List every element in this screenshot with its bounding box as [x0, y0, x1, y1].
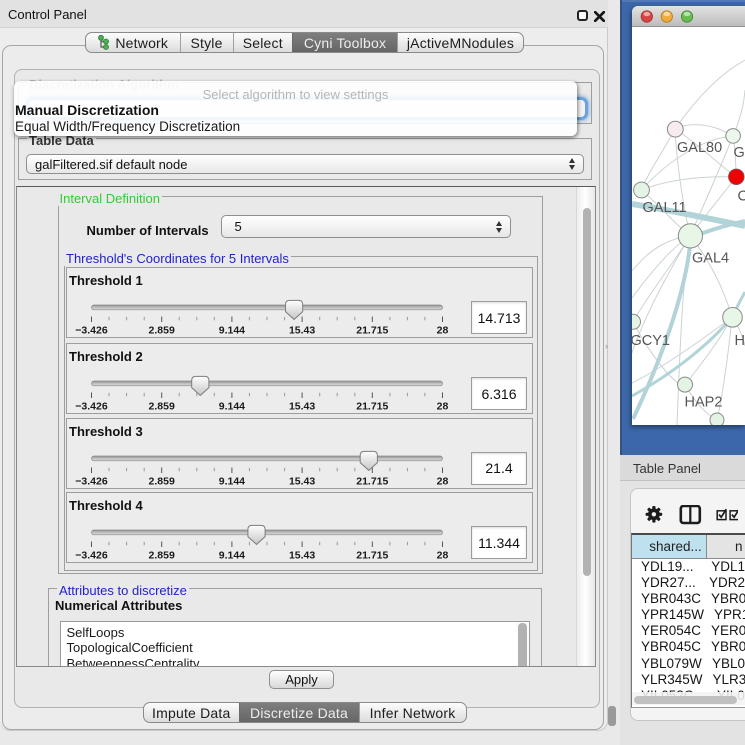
svg-text:28: 28 [436, 550, 448, 562]
svg-text:15.43: 15.43 [288, 475, 314, 487]
svg-text:2.859: 2.859 [148, 325, 174, 337]
svg-text:9.144: 9.144 [218, 401, 244, 413]
svg-text:−3.426: −3.426 [75, 475, 108, 487]
svg-text:9.144: 9.144 [218, 475, 244, 487]
svg-text:GAL80: GAL80 [677, 140, 722, 156]
svg-text:G.: G. [734, 145, 745, 161]
svg-text:−3.426: −3.426 [75, 401, 108, 413]
svg-text:C: C [738, 189, 745, 205]
svg-text:28: 28 [436, 475, 448, 487]
svg-text:21.715: 21.715 [356, 475, 388, 487]
svg-text:28: 28 [436, 325, 448, 337]
svg-text:2.859: 2.859 [148, 550, 174, 562]
svg-text:21.715: 21.715 [356, 325, 388, 337]
svg-text:HAP2: HAP2 [685, 395, 723, 411]
svg-text:GAL4: GAL4 [692, 251, 729, 267]
svg-text:15.43: 15.43 [288, 550, 314, 562]
svg-text:GCY1: GCY1 [632, 333, 670, 349]
svg-text:9.144: 9.144 [218, 325, 244, 337]
svg-text:GAL11: GAL11 [643, 200, 687, 216]
svg-text:21.715: 21.715 [356, 401, 388, 413]
svg-text:2.859: 2.859 [148, 401, 174, 413]
svg-text:15.43: 15.43 [288, 325, 314, 337]
svg-text:−3.426: −3.426 [75, 325, 108, 337]
svg-text:28: 28 [436, 401, 448, 413]
svg-text:2.859: 2.859 [148, 475, 174, 487]
svg-text:9.144: 9.144 [218, 550, 244, 562]
svg-text:21.715: 21.715 [356, 550, 388, 562]
svg-text:H: H [735, 333, 745, 349]
svg-text:−3.426: −3.426 [75, 550, 108, 562]
svg-text:15.43: 15.43 [288, 401, 314, 413]
